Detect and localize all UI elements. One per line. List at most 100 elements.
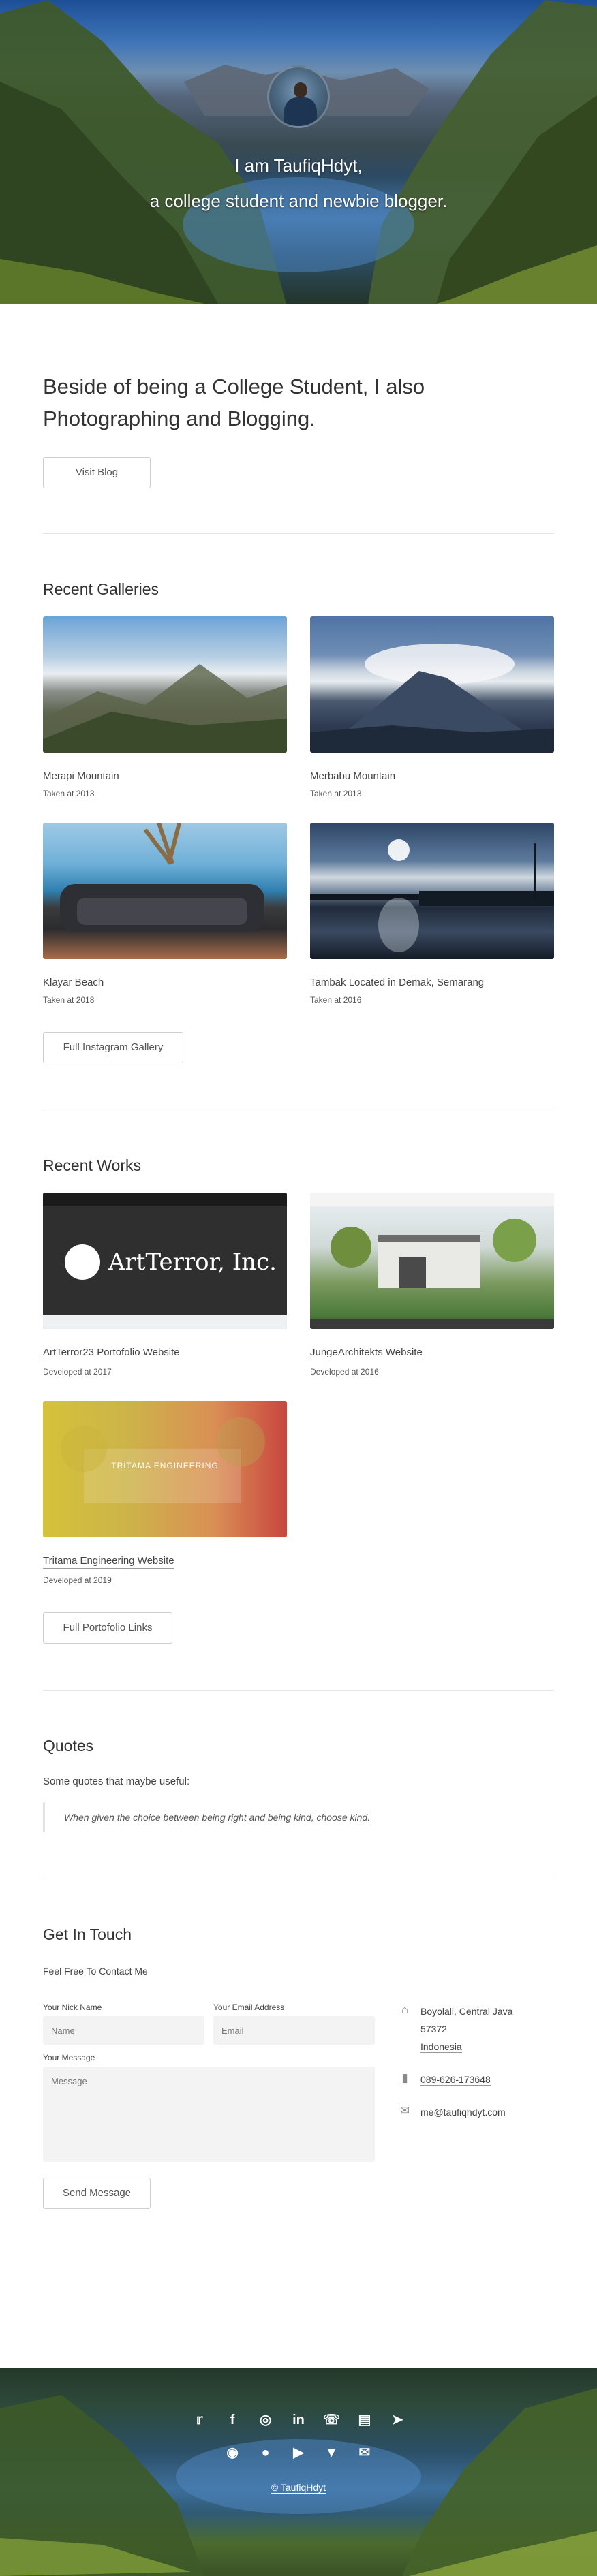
- gallery-date: Taken at 2013: [310, 789, 362, 798]
- full-instagram-gallery-button[interactable]: Full Instagram Gallery: [43, 1032, 183, 1063]
- work-link[interactable]: Tritama Engineering Website: [43, 1555, 174, 1569]
- nick-name-input[interactable]: [43, 2016, 204, 2045]
- hero-banner: I am TaufiqHdyt, a college student and n…: [0, 0, 597, 304]
- gallery-date: Taken at 2013: [43, 789, 95, 798]
- gallery-title: Klayar Beach: [43, 977, 104, 988]
- contact-form: Your Nick Name Your Email Address Your M…: [43, 2002, 375, 2209]
- avatar-head: [294, 82, 307, 97]
- avatar-body: [284, 97, 317, 126]
- phone-item: ▮ 089-626-173648: [397, 2071, 554, 2088]
- email-label: Your Email Address: [213, 2002, 285, 2012]
- mountain-photo: [43, 664, 287, 753]
- message-group: Your Message: [43, 2053, 375, 2165]
- gitlab-icon[interactable]: ▼: [321, 2443, 341, 2463]
- whatsapp-icon[interactable]: ☏: [321, 2410, 341, 2430]
- github-icon[interactable]: ●: [256, 2443, 276, 2463]
- copyright: © TaufiqHdyt: [0, 2482, 597, 2494]
- gallery-title: Merapi Mountain: [43, 770, 119, 782]
- full-portfolio-links-button[interactable]: Full Portofolio Links: [43, 1612, 172, 1644]
- work-link[interactable]: ArtTerror23 Portofolio Website: [43, 1347, 180, 1360]
- email-item: ✉ me@taufiqhdyt.com: [397, 2103, 554, 2121]
- form-row: Your Nick Name Your Email Address: [43, 2002, 375, 2045]
- twitter-icon[interactable]: 𝕣: [189, 2410, 210, 2430]
- message-label: Your Message: [43, 2053, 95, 2062]
- telegram-icon[interactable]: ➤: [387, 2410, 408, 2430]
- gallery-card[interactable]: Merbabu Mountain Taken at 2013: [310, 616, 554, 798]
- gallery-card[interactable]: Klayar Beach Taken at 2018: [43, 823, 287, 1005]
- artterror-logo-text: ArtTerror, Inc.: [108, 1248, 277, 1276]
- footer: 𝕣 f ◎ in ☏ ▤ ➤ ◉ ● ▶ ▼ ✉ © TaufiqHdyt: [0, 2368, 597, 2576]
- copyright-link[interactable]: © TaufiqHdyt: [271, 2482, 326, 2494]
- phone-text-wrap: 089-626-173648: [420, 2071, 491, 2088]
- work-thumbnail[interactable]: TRITAMA ENGINEERING: [43, 1401, 287, 1537]
- gallery-thumbnail[interactable]: [310, 823, 554, 959]
- avatar: [267, 65, 330, 128]
- gallery-thumbnail[interactable]: [43, 616, 287, 753]
- beach-photo: [60, 823, 264, 932]
- mountain-photo: [310, 644, 554, 753]
- gallery-card[interactable]: Tambak Located in Demak, Semarang Taken …: [310, 823, 554, 1005]
- instagram-icon[interactable]: ◎: [256, 2410, 276, 2430]
- email-group: Your Email Address: [213, 2002, 375, 2045]
- gallery-thumbnail[interactable]: [43, 823, 287, 959]
- hero-title: I am TaufiqHdyt,: [234, 155, 363, 176]
- recent-works-section: Recent Works ArtTerror, Inc. ArtTerror23…: [43, 1110, 554, 1690]
- work-card[interactable]: ArtTerror, Inc. ArtTerror23 Portofolio W…: [43, 1193, 287, 1377]
- section-title: Recent Galleries: [43, 580, 159, 598]
- facebook-icon[interactable]: f: [222, 2410, 243, 2430]
- envelope-icon: ✉: [399, 2104, 410, 2117]
- line-icon[interactable]: ▤: [354, 2410, 375, 2430]
- footer-landscape-image: [0, 2388, 597, 2576]
- work-thumbnail[interactable]: [310, 1193, 554, 1329]
- visit-blog-button[interactable]: Visit Blog: [43, 457, 151, 488]
- email-link[interactable]: me@taufiqhdyt.com: [420, 2107, 506, 2118]
- works-grid: ArtTerror, Inc. ArtTerror23 Portofolio W…: [43, 1193, 554, 1609]
- quote-text: When given the choice between being righ…: [43, 1802, 554, 1832]
- youtube-icon[interactable]: ▶: [288, 2443, 309, 2463]
- section-title: Quotes: [43, 1737, 94, 1755]
- gallery-thumbnail[interactable]: [310, 616, 554, 753]
- social-links-row: ◉ ● ▶ ▼ ✉: [0, 2443, 597, 2463]
- section-title: Recent Works: [43, 1157, 142, 1174]
- work-date: Developed at 2017: [43, 1367, 112, 1377]
- tritama-logo-text: TRITAMA ENGINEERING: [111, 1461, 219, 1471]
- intro-section: Beside of being a College Student, I als…: [43, 304, 554, 533]
- linkedin-icon[interactable]: in: [288, 2410, 309, 2430]
- address-line: 57372: [420, 2024, 447, 2035]
- contact-lead: Feel Free To Contact Me: [43, 1966, 148, 1977]
- work-card[interactable]: JungeArchitekts Website Developed at 201…: [310, 1193, 554, 1377]
- address-line: Indonesia: [420, 2041, 462, 2053]
- address-text[interactable]: Boyolali, Central Java 57372 Indonesia: [420, 2002, 513, 2056]
- email-input[interactable]: [213, 2016, 375, 2045]
- home-icon: ⌂: [401, 2003, 409, 2016]
- email-text-wrap: me@taufiqhdyt.com: [420, 2103, 506, 2121]
- address-item: ⌂ Boyolali, Central Java 57372 Indonesia: [397, 2002, 554, 2056]
- mail-icon[interactable]: ✉: [354, 2443, 375, 2463]
- work-thumbnail[interactable]: ArtTerror, Inc.: [43, 1193, 287, 1329]
- gallery-card[interactable]: Merapi Mountain Taken at 2013: [43, 616, 287, 798]
- work-link[interactable]: JungeArchitekts Website: [310, 1347, 423, 1360]
- quotes-section: Quotes Some quotes that maybe useful: Wh…: [43, 1691, 554, 1879]
- gallery-title: Merbabu Mountain: [310, 770, 396, 782]
- work-date: Developed at 2016: [310, 1367, 379, 1377]
- discord-icon[interactable]: ◉: [222, 2443, 243, 2463]
- nick-name-group: Your Nick Name: [43, 2002, 204, 2045]
- section-title: Get In Touch: [43, 1926, 132, 1943]
- social-links-row: 𝕣 f ◎ in ☏ ▤ ➤: [0, 2410, 597, 2430]
- intro-heading: Beside of being a College Student, I als…: [43, 375, 425, 430]
- gallery-grid: Merapi Mountain Taken at 2013 Merbabu Mo…: [43, 616, 554, 1029]
- message-textarea[interactable]: [43, 2067, 375, 2162]
- junge-site-screenshot: [310, 1193, 554, 1329]
- recent-galleries-section: Recent Galleries Merapi Mountain Taken a…: [43, 534, 554, 1110]
- send-message-button[interactable]: Send Message: [43, 2178, 151, 2209]
- gallery-title: Tambak Located in Demak, Semarang: [310, 977, 485, 988]
- work-date: Developed at 2019: [43, 1575, 112, 1585]
- phone-link[interactable]: 089-626-173648: [420, 2074, 491, 2086]
- work-card[interactable]: TRITAMA ENGINEERING Tritama Engineering …: [43, 1401, 287, 1585]
- quotes-lead: Some quotes that maybe useful:: [43, 1776, 190, 1787]
- contact-body: Your Nick Name Your Email Address Your M…: [43, 2002, 554, 2209]
- gallery-date: Taken at 2018: [43, 995, 95, 1005]
- pier-photo: [310, 839, 554, 952]
- phone-icon: ▮: [401, 2071, 408, 2084]
- gallery-date: Taken at 2016: [310, 995, 362, 1005]
